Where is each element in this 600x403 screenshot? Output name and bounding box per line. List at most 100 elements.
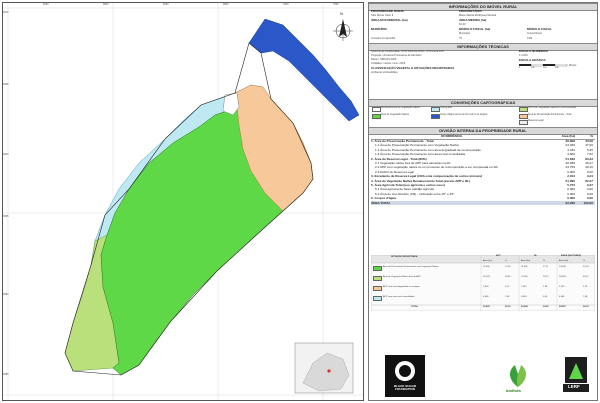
situation-col-app: APP xyxy=(496,255,501,257)
situation-subcol: Área (ha) xyxy=(483,259,493,262)
situation-cell: 0,000 xyxy=(521,296,527,298)
fiscal-module-ha-value: 70 xyxy=(459,37,462,40)
lerf-logo: LERF xyxy=(559,357,593,397)
situation-row-label: Área de Vegetação Nativa fora de APP xyxy=(383,276,421,278)
col-area: Área (ha) xyxy=(561,134,575,138)
fiscal-module-value: Município xyxy=(459,32,471,35)
situation-table: SITUAÇÃO REGISTRADA APP RL ÁREA (HECTARE… xyxy=(371,255,595,311)
legend-swatch xyxy=(519,120,528,125)
coord-top-3: 6500 xyxy=(223,3,229,6)
situation-cell: 1,232 xyxy=(521,286,527,288)
situation-swatch xyxy=(373,276,382,281)
black-sugar-logo: BLACK SUGAR FOUNDATION xyxy=(385,355,425,397)
situation-swatch xyxy=(373,296,382,301)
situation-cell: 7,49 xyxy=(505,296,510,298)
scale-tick-1: 100 xyxy=(531,67,535,69)
legend-item-label: APP com vegetação nativa em recomposição xyxy=(528,106,577,109)
fiscal-module-num-value: 0,89 xyxy=(527,37,533,40)
situation-col-area: ÁREA (HECTARES) xyxy=(561,255,582,257)
coord-top-1: 5500 xyxy=(103,3,109,6)
coord-left-1: 8405 xyxy=(3,83,9,86)
lerf-text: LERF xyxy=(568,384,580,389)
info-panel: INFORMAÇÕES DO IMÓVEL RURAL PROPRIEDADE … xyxy=(368,2,598,401)
situation-subcol: % xyxy=(583,259,585,262)
situation-total-cell: 58,987 xyxy=(559,306,566,308)
graphic-scale-label: ESCALA GRÁFICA xyxy=(519,58,546,62)
situation-cell: 15,129 xyxy=(483,276,490,278)
situation-cell: 7,48 xyxy=(583,296,588,298)
situation-cell: 17,71 xyxy=(543,266,549,268)
situation-total-label: TOTAL xyxy=(411,306,419,308)
division-row-pct: 100,00 xyxy=(583,200,593,205)
bioflora-leaf-icon xyxy=(509,365,527,387)
area-doc-label: ÁREA DOCUMENTAL (ha) xyxy=(371,18,408,22)
situation-cell: 19,27 xyxy=(543,276,549,278)
situation-cell: 11,036 xyxy=(521,266,528,268)
legend-swatch xyxy=(372,107,381,112)
situation-row-label: Área de Preservação Permanente com Veget… xyxy=(383,266,439,268)
scale-tick-2: 200 xyxy=(543,67,547,69)
division-row: ÁREA TOTAL 62,260 100,00 xyxy=(371,200,595,206)
situation-cell: 3,232 xyxy=(559,286,565,288)
situation-total-cell: 32,825 xyxy=(483,306,490,308)
coord-top-2: 6000 xyxy=(163,3,169,6)
coord-top-5: 7500 xyxy=(333,3,339,6)
col-occurrence: OCORRÊNCIA xyxy=(441,134,463,138)
municipality-label: MUNICÍPIO xyxy=(371,27,387,31)
north-label: N xyxy=(340,11,343,16)
legend-item-label: Hidrografia xyxy=(440,106,452,109)
col-pct: % xyxy=(590,134,593,138)
coord-left-2: 8400 xyxy=(3,153,9,156)
legend-item-label: Corpo d'água acima de 10 metros de largu… xyxy=(440,113,488,116)
situation-cell: 37,00 xyxy=(583,266,589,268)
situation-swatch xyxy=(373,286,382,291)
situation-total-cell: 94,74 xyxy=(583,306,589,308)
situation-cell: 11,036 xyxy=(483,266,490,268)
lerf-mark xyxy=(563,357,589,392)
situation-grid xyxy=(371,255,595,311)
situation-col-rl: RL xyxy=(534,255,537,257)
scale-tick-0: 0 xyxy=(519,67,521,69)
situation-cell: 0,00 xyxy=(543,296,548,298)
situation-total-cell: 24,268 xyxy=(521,306,528,308)
legend-swatch xyxy=(431,107,440,112)
legend-swatch xyxy=(372,114,381,119)
location-inset-map xyxy=(294,342,354,394)
situation-subcol: Área (ha) xyxy=(559,259,569,262)
situation-row-label: APP com área rural consolidada xyxy=(383,296,415,298)
situation-cell: 45,07 xyxy=(583,276,589,278)
situation-cell: 17,00 xyxy=(505,266,511,268)
situation-cell: 3,21 xyxy=(505,286,510,288)
legend-swatch xyxy=(519,107,528,112)
situation-header: SITUAÇÃO REGISTRADA xyxy=(391,256,418,258)
situation-subcol: % xyxy=(543,259,545,262)
situation-cell: 5,19 xyxy=(583,286,588,288)
situation-row-label: APP com área degradada a recompor xyxy=(383,286,420,288)
legend-item-label: Área de Vegetação Nativa xyxy=(381,113,409,116)
legend-swatch xyxy=(431,114,440,119)
situation-cell: 1,98 xyxy=(543,286,548,288)
coord-top-0: 5000 xyxy=(43,3,49,6)
coord-left-5: 8385 xyxy=(3,373,9,376)
coord-top-4: 7000 xyxy=(283,3,289,6)
property-map[interactable] xyxy=(3,3,363,400)
municipality-value: Limoeiro do Ajuru/PA xyxy=(371,37,396,40)
situation-cell: 23,036 xyxy=(559,266,566,268)
situation-cell: 24,30 xyxy=(505,276,511,278)
division-row-text: ÁREA TOTAL xyxy=(371,200,391,205)
situation-subcol: Área (ha) xyxy=(521,259,531,262)
situation-total-cell: 38,96 xyxy=(543,306,549,308)
coord-left-0: 8410 xyxy=(3,11,9,14)
bioflora-text: bioflora xyxy=(506,388,521,393)
bioflora-logo: bioflora xyxy=(503,361,533,397)
situation-cell: 4,660 xyxy=(483,296,489,298)
north-arrow-icon xyxy=(333,19,353,41)
situation-total-cell: 52,00 xyxy=(505,306,511,308)
scale-unit: Metros xyxy=(569,64,577,67)
legend-item-label: Área de Preservação Permanente - Total xyxy=(528,113,572,116)
classification-value: Ambiente Várzea/Mata xyxy=(371,71,398,74)
situation-cell: 12,000 xyxy=(521,276,528,278)
map-frame[interactable]: 5000 5500 6000 6500 7000 7500 8410 8405 … xyxy=(2,2,364,401)
legend-item-label: Reserva Legal xyxy=(528,119,544,122)
division-row-area: 62,260 xyxy=(565,200,575,205)
